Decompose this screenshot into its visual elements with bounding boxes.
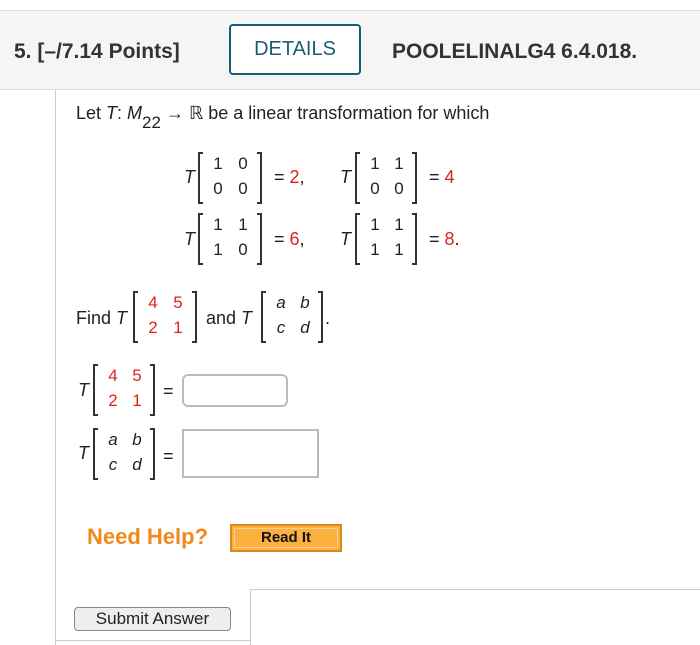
given-4-result: = 8.: [429, 229, 460, 249]
given-3-T: T: [184, 229, 195, 249]
need-help-label: Need Help?: [87, 524, 209, 549]
question-id: POOLELINALG4 6.4.018.: [392, 40, 638, 63]
given-3-matrix: 1 1 1 0: [198, 213, 262, 265]
answer-2-input[interactable]: [182, 429, 319, 478]
find-matrix-symbolic: a b c d: [261, 291, 323, 343]
answer-2-equals: =: [163, 446, 174, 466]
details-button[interactable]: DETAILS: [229, 24, 361, 75]
question-number-points: 5. [–/7.14 Points]: [14, 40, 180, 63]
given-1-matrix: 1 0 0 0: [198, 152, 262, 204]
answer-2-T: T: [78, 443, 89, 463]
find-label: Find T: [76, 308, 128, 328]
answer-1-matrix: 4 5 2 1: [93, 364, 155, 416]
find-matrix-numeric: 4 5 2 1: [133, 291, 197, 343]
problem-intro: Let T: M22 → ℝ be a linear transformatio…: [76, 103, 490, 132]
given-4-matrix: 1 1 1 1: [355, 213, 417, 265]
question-header: 5. [–/7.14 Points] DETAILS POOLELINALG4 …: [0, 10, 700, 90]
divider-line: [250, 589, 700, 590]
given-2-matrix: 1 1 0 0: [355, 152, 417, 204]
given-1-T: T: [184, 167, 195, 187]
answer-2-matrix: a b c d: [93, 428, 155, 480]
read-it-button[interactable]: Read It: [230, 524, 342, 552]
given-3-result: = 6,: [274, 229, 305, 249]
panel-bottom-border: [55, 640, 251, 641]
find-and: and T: [206, 308, 253, 328]
answer-1-equals: =: [163, 381, 174, 401]
given-2-T: T: [340, 167, 351, 187]
divider-vertical: [250, 589, 251, 645]
find-period: .: [325, 308, 331, 328]
given-2-result: = 4: [429, 167, 455, 187]
submit-answer-button[interactable]: Submit Answer: [74, 607, 231, 631]
answer-1-input[interactable]: [182, 374, 288, 407]
given-4-T: T: [340, 229, 351, 249]
given-1-result: = 2,: [274, 167, 305, 187]
answer-1-T: T: [78, 380, 89, 400]
